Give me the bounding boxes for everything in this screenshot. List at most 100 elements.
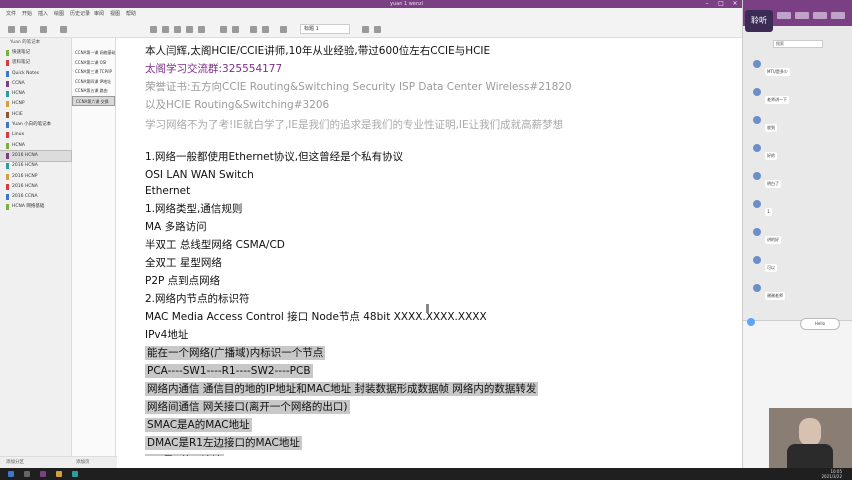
chat-tab-4[interactable]: [831, 12, 845, 19]
tab-review[interactable]: 审阅: [94, 10, 104, 17]
notebook-item[interactable]: 快速笔记: [0, 48, 71, 58]
avatar[interactable]: [753, 256, 761, 264]
start-icon[interactable]: [8, 471, 14, 477]
chat-tab-1[interactable]: [777, 12, 791, 19]
notebook-item[interactable]: 2016 HCNA: [0, 182, 71, 192]
note-line[interactable]: 学习网络不为了考!IE就白学了,IE是我们的追求是我们的专业性证明,IE让我们成…: [145, 118, 563, 132]
note-line[interactable]: 2.网络内节点的标识符: [145, 292, 250, 306]
chat-message: 老师讲一下: [765, 96, 789, 104]
section-color-icon: [6, 80, 9, 87]
notebook-item-label: CCNA: [12, 80, 25, 86]
highlight-icon[interactable]: [186, 26, 193, 33]
notebook-item[interactable]: HCNP: [0, 99, 71, 109]
bold-icon[interactable]: [150, 26, 157, 33]
note-line[interactable]: SMAC是A的MAC地址: [145, 418, 252, 432]
send-icon[interactable]: [747, 318, 755, 326]
note-line[interactable]: 以及HCIE Routing&Switching#3206: [145, 98, 329, 112]
tab-file[interactable]: 文件: [6, 10, 16, 17]
notebook-item[interactable]: 2016 HCNA: [0, 149, 72, 163]
note-line[interactable]: MA 多路访问: [145, 220, 207, 234]
notebook-item[interactable]: 2016 HCNA: [0, 161, 71, 171]
avatar[interactable]: [753, 284, 761, 292]
note-line[interactable]: Ethernet: [145, 184, 190, 198]
avatar[interactable]: [753, 88, 761, 96]
paste-icon[interactable]: [40, 26, 47, 33]
note-line[interactable]: 半双工 总线型网络 CSMA/CD: [145, 238, 285, 252]
page-item[interactable]: CCNA第二课 OSI: [72, 58, 115, 68]
align-icon[interactable]: [280, 26, 287, 33]
avatar[interactable]: [753, 116, 761, 124]
avatar[interactable]: [753, 172, 761, 180]
note-line[interactable]: P2P 点到点网络: [145, 274, 220, 288]
maximize-icon[interactable]: □: [714, 0, 728, 8]
notebook-item[interactable]: CCNA: [0, 79, 71, 89]
browser-icon[interactable]: [72, 471, 78, 477]
notebook-header[interactable]: Yuan 的笔记本: [0, 38, 71, 48]
tab-view[interactable]: 视图: [110, 10, 120, 17]
outdent-icon[interactable]: [262, 26, 269, 33]
notebook-item[interactable]: HCIE: [0, 110, 71, 120]
avatar[interactable]: [753, 60, 761, 68]
page-item[interactable]: CCNA第三课 TCP/IP: [72, 67, 115, 77]
bullets-icon[interactable]: [220, 26, 227, 33]
avatar[interactable]: [753, 200, 761, 208]
tab-insert[interactable]: 插入: [38, 10, 48, 17]
note-canvas[interactable]: 本人闫辉,太阁HCIE/CCIE讲师,10年从业经验,带过600位左右CCIE与…: [117, 38, 742, 456]
note-line[interactable]: OSI LAN WAN Switch: [145, 168, 254, 182]
note-line[interactable]: 太阁学习交流群:325554177: [145, 62, 282, 76]
notebook-item[interactable]: 2016 HCNP: [0, 172, 71, 182]
notebook-item[interactable]: Linux: [0, 130, 71, 140]
minimize-icon[interactable]: –: [700, 0, 714, 8]
indent-icon[interactable]: [250, 26, 257, 33]
notebook-item[interactable]: HCNA: [0, 141, 71, 151]
note-line[interactable]: DMAC是R1左边接口的MAC地址: [145, 436, 302, 450]
note-line[interactable]: 本人闫辉,太阁HCIE/CCIE讲师,10年从业经验,带过600位左右CCIE与…: [145, 44, 490, 58]
notebook-item[interactable]: 思科笔记: [0, 58, 71, 68]
page-item[interactable]: CCNA第四课 IP地址: [72, 77, 115, 87]
avatar[interactable]: [753, 144, 761, 152]
redo-icon[interactable]: [20, 26, 27, 33]
italic-icon[interactable]: [162, 26, 169, 33]
underline-icon[interactable]: [174, 26, 181, 33]
note-line[interactable]: 1.网络类型,通信规则: [145, 202, 242, 216]
notebook-item[interactable]: Yuan 小白的笔记本: [0, 120, 71, 130]
close-icon[interactable]: ×: [728, 0, 742, 8]
avatar[interactable]: [753, 228, 761, 236]
page-item[interactable]: CCNA第六课 交换: [72, 95, 115, 106]
font-color-icon[interactable]: [198, 26, 205, 33]
float-button[interactable]: Hello: [800, 318, 840, 330]
todo-icon[interactable]: [374, 26, 381, 33]
tab-help[interactable]: 帮助: [126, 10, 136, 17]
note-line[interactable]: IPv4地址: [145, 328, 188, 342]
page-item[interactable]: CCNA第一课 网络基础: [72, 48, 115, 58]
note-line[interactable]: 1.网络一般都使用Ethernet协议,但这曾经是个私有协议: [145, 150, 403, 164]
notebook-item[interactable]: Quick Notes: [0, 69, 71, 79]
notebook-item[interactable]: HCNA 网络基础: [0, 202, 71, 212]
note-line[interactable]: MAC Media Access Control 接口 Node节点 48bit…: [145, 310, 487, 324]
explorer-icon[interactable]: [56, 471, 62, 477]
note-line[interactable]: PCA----SW1----R1----SW2----PCB: [145, 364, 313, 378]
numbering-icon[interactable]: [232, 26, 239, 33]
chat-tab-3[interactable]: [813, 12, 827, 19]
tag-icon[interactable]: [362, 26, 369, 33]
note-line[interactable]: SIP是A的IP地址: [145, 454, 224, 456]
note-line[interactable]: 网络间通信 网关接口(离开一个网络的出口): [145, 400, 350, 414]
tab-history[interactable]: 历史记录: [70, 10, 90, 17]
undo-icon[interactable]: [8, 26, 15, 33]
section-color-icon: [6, 194, 9, 201]
page-item[interactable]: CCNA第五课 路由: [72, 86, 115, 96]
format-painter-icon[interactable]: [60, 26, 67, 33]
note-line[interactable]: 全双工 星型网络: [145, 256, 222, 270]
tab-home[interactable]: 开始: [22, 10, 32, 17]
search-icon[interactable]: [24, 471, 30, 477]
note-line[interactable]: 荣誉证书:五方向CCIE Routing&Switching Security …: [145, 80, 572, 94]
style-select[interactable]: 标题 1: [300, 24, 350, 34]
notebook-item[interactable]: HCNA: [0, 89, 71, 99]
note-line[interactable]: 能在一个网络(广播域)内标识一个节点: [145, 346, 326, 360]
tab-draw[interactable]: 绘图: [54, 10, 64, 17]
onenote-icon[interactable]: [40, 471, 46, 477]
chat-search-input[interactable]: 搜索: [773, 40, 823, 48]
chat-tab-2[interactable]: [795, 12, 809, 19]
notebook-item[interactable]: 2016 CCNA: [0, 192, 71, 202]
note-line[interactable]: 网络内通信 通信目的地的IP地址和MAC地址 封装数据形成数据帧 网络内的数据转…: [145, 382, 539, 396]
